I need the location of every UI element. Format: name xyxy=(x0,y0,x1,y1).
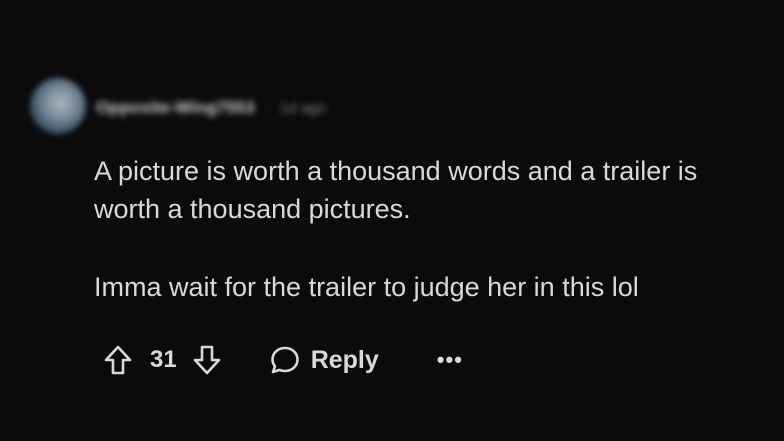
speech-bubble-icon xyxy=(270,346,299,374)
meta-separator: · xyxy=(264,99,270,116)
comment-body: A picture is worth a thousand words and … xyxy=(94,152,754,306)
vote-count: 31 xyxy=(150,346,177,373)
comment-actions: 31 Reply ••• xyxy=(100,338,463,382)
downvote-button[interactable] xyxy=(189,340,225,380)
more-options-button[interactable]: ••• xyxy=(437,340,463,380)
author-username[interactable]: Opposite-Wing7553 xyxy=(96,98,255,118)
comment-meta: Opposite-Wing7553 · 1d ago xyxy=(96,96,326,120)
reply-button[interactable]: Reply xyxy=(269,344,379,376)
comment: Opposite-Wing7553 · 1d ago A picture is … xyxy=(0,0,784,441)
comment-paragraph: A picture is worth a thousand words and … xyxy=(94,156,698,224)
comment-paragraph: Imma wait for the trailer to judge her i… xyxy=(94,272,639,302)
reply-label: Reply xyxy=(310,345,379,374)
upvote-button[interactable] xyxy=(100,340,136,380)
downvote-arrow-icon xyxy=(193,345,221,375)
avatar[interactable] xyxy=(30,78,86,134)
upvote-arrow-icon xyxy=(104,345,132,375)
comment-age: 1d ago xyxy=(279,99,326,117)
